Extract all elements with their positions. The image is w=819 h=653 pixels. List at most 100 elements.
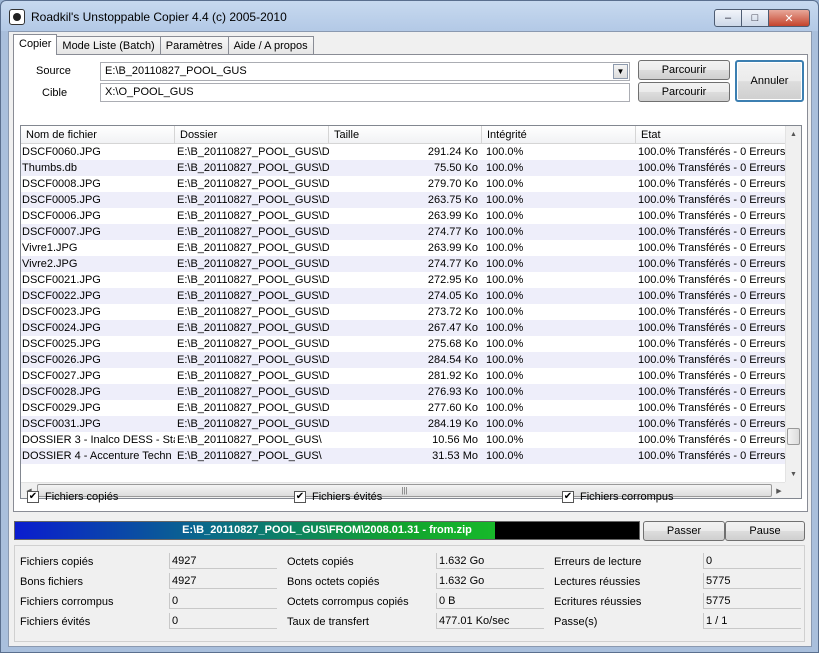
- table-row[interactable]: DSCF0005.JPG E:\B_20110827_POOL_GUS\D 263.…: [21, 192, 787, 208]
- row-integrity: 100.0%: [486, 338, 524, 350]
- corrupt-files-value: 0: [169, 593, 277, 609]
- reads-ok-value: 5775: [703, 573, 801, 589]
- row-size: 31.53 Mo: [432, 450, 478, 462]
- table-row[interactable]: DSCF0025.JPG E:\B_20110827_POOL_GUS\D 275.…: [21, 336, 787, 352]
- column-status[interactable]: Etat: [636, 126, 787, 143]
- table-row[interactable]: DSCF0008.JPG E:\B_20110827_POOL_GUS\D 279.…: [21, 176, 787, 192]
- browse-source-button[interactable]: Parcourir: [638, 60, 730, 80]
- row-folder: E:\B_20110827_POOL_GUS\D: [177, 370, 329, 382]
- column-folder[interactable]: Dossier: [175, 126, 329, 143]
- row-size: 276.93 Ko: [427, 386, 478, 398]
- row-size: 284.54 Ko: [427, 354, 478, 366]
- table-row[interactable]: DSCF0029.JPG E:\B_20110827_POOL_GUS\D 277.…: [21, 400, 787, 416]
- row-filename: DSCF0023.JPG: [22, 306, 101, 318]
- table-row[interactable]: Thumbs.db E:\B_20110827_POOL_GUS\D 75.50 K…: [21, 160, 787, 176]
- row-size: 263.75 Ko: [427, 194, 478, 206]
- table-row[interactable]: DSCF0006.JPG E:\B_20110827_POOL_GUS\D 263.…: [21, 208, 787, 224]
- row-filename: DSCF0026.JPG: [22, 354, 101, 366]
- show-corrupt-checkbox[interactable]: ✔ Fichiers corrompus: [562, 491, 674, 503]
- row-folder: E:\B_20110827_POOL_GUS\D: [177, 338, 329, 350]
- row-folder: E:\B_20110827_POOL_GUS\D: [177, 386, 329, 398]
- column-filename[interactable]: Nom de fichier: [21, 126, 175, 143]
- browse-target-button[interactable]: Parcourir: [638, 82, 730, 102]
- row-status: 100.0% Transférés - 0 Erreurs: [638, 242, 786, 254]
- table-row[interactable]: DSCF0022.JPG E:\B_20110827_POOL_GUS\D 274.…: [21, 288, 787, 304]
- table-row[interactable]: DSCF0024.JPG E:\B_20110827_POOL_GUS\D 267.…: [21, 320, 787, 336]
- target-input[interactable]: X:\O_POOL_GUS: [100, 83, 630, 102]
- file-list[interactable]: Nom de fichier Dossier Taille Intégrité …: [20, 125, 802, 499]
- row-status: 100.0% Transférés - 0 Erreurs: [638, 290, 786, 302]
- row-integrity: 100.0%: [486, 322, 524, 334]
- show-copied-checkbox[interactable]: ✔ Fichiers copiés: [27, 491, 118, 503]
- row-integrity: 100.0%: [486, 258, 524, 270]
- table-row[interactable]: DSCF0031.JPG E:\B_20110827_POOL_GUS\D 284.…: [21, 416, 787, 432]
- row-size: 275.68 Ko: [427, 338, 478, 350]
- maximize-button[interactable]: □: [741, 9, 769, 27]
- vertical-scroll-thumb[interactable]: [787, 428, 800, 445]
- source-combobox[interactable]: E:\B_20110827_POOL_GUS ▼: [100, 62, 630, 81]
- row-size: 263.99 Ko: [427, 242, 478, 254]
- tab-help-about[interactable]: Aide / A propos: [227, 36, 314, 55]
- row-status: 100.0% Transférés - 0 Erreurs: [638, 418, 786, 430]
- row-filename: DOSSIER 4 - Accenture Techn: [22, 450, 172, 462]
- row-filename: Vivre2.JPG: [22, 258, 78, 270]
- row-integrity: 100.0%: [486, 242, 524, 254]
- minimize-button[interactable]: –: [714, 9, 742, 27]
- tab-copier[interactable]: Copier: [13, 34, 58, 55]
- statistics-panel: Fichiers copiés 4927 Bons fichiers 4927 …: [14, 545, 805, 642]
- table-row[interactable]: DSCF0028.JPG E:\B_20110827_POOL_GUS\D 276.…: [21, 384, 787, 400]
- row-filename: Thumbs.db: [22, 162, 78, 174]
- passes-label: Passe(s): [554, 616, 598, 628]
- row-status: 100.0% Transférés - 0 Erreurs: [638, 178, 786, 190]
- row-folder: E:\B_20110827_POOL_GUS\D: [177, 162, 329, 174]
- vertical-scrollbar[interactable]: ▲ ▼: [785, 126, 801, 482]
- close-button[interactable]: ✕: [768, 9, 810, 27]
- tab-batch-mode[interactable]: Mode Liste (Batch): [56, 36, 161, 55]
- show-skipped-checkbox[interactable]: ✔ Fichiers évités: [294, 491, 382, 503]
- cancel-button[interactable]: Annuler: [735, 60, 804, 102]
- table-row[interactable]: DSCF0007.JPG E:\B_20110827_POOL_GUS\D 274.…: [21, 224, 787, 240]
- row-status: 100.0% Transférés - 0 Erreurs: [638, 354, 786, 366]
- row-filename: DSCF0005.JPG: [22, 194, 101, 206]
- pause-button[interactable]: Pause: [725, 521, 805, 541]
- skip-button[interactable]: Passer: [643, 521, 725, 541]
- column-size[interactable]: Taille: [329, 126, 482, 143]
- row-filename: DSCF0008.JPG: [22, 178, 101, 190]
- window-title: Roadkil's Unstoppable Copier 4.4 (c) 200…: [31, 10, 287, 24]
- row-size: 273.72 Ko: [427, 306, 478, 318]
- table-row[interactable]: DSCF0023.JPG E:\B_20110827_POOL_GUS\D 273.…: [21, 304, 787, 320]
- bytes-copied-value: 1.632 Go: [436, 553, 544, 569]
- table-row[interactable]: Vivre2.JPG E:\B_20110827_POOL_GUS\D 274.77…: [21, 256, 787, 272]
- row-folder: E:\B_20110827_POOL_GUS\D: [177, 146, 329, 158]
- tab-settings[interactable]: Paramètres: [159, 36, 229, 55]
- scroll-up-icon[interactable]: ▲: [786, 126, 801, 142]
- table-row[interactable]: Vivre1.JPG E:\B_20110827_POOL_GUS\D 263.99…: [21, 240, 787, 256]
- row-integrity: 100.0%: [486, 402, 524, 414]
- table-row[interactable]: DSCF0026.JPG E:\B_20110827_POOL_GUS\D 284.…: [21, 352, 787, 368]
- row-status: 100.0% Transférés - 0 Erreurs: [638, 450, 786, 462]
- table-row[interactable]: DSCF0021.JPG E:\B_20110827_POOL_GUS\D 272.…: [21, 272, 787, 288]
- checkmark-icon: ✔: [294, 491, 306, 503]
- app-window: Roadkil's Unstoppable Copier 4.4 (c) 200…: [0, 0, 819, 653]
- corrupt-bytes-label: Octets corrompus copiés: [287, 596, 409, 608]
- chevron-down-icon[interactable]: ▼: [613, 64, 628, 79]
- table-row[interactable]: DSCF0060.JPG E:\B_20110827_POOL_GUS\D 291.…: [21, 144, 787, 160]
- show-corrupt-label: Fichiers corrompus: [580, 491, 674, 503]
- title-bar[interactable]: Roadkil's Unstoppable Copier 4.4 (c) 200…: [1, 1, 818, 31]
- column-integrity[interactable]: Intégrité: [482, 126, 636, 143]
- table-row[interactable]: DSCF0027.JPG E:\B_20110827_POOL_GUS\D 281.…: [21, 368, 787, 384]
- table-row[interactable]: DOSSIER 3 - Inalco DESS - Sta E:\B_201108…: [21, 432, 787, 448]
- scroll-corner: [785, 482, 801, 498]
- read-errors-label: Erreurs de lecture: [554, 556, 642, 568]
- row-folder: E:\B_20110827_POOL_GUS\D: [177, 226, 329, 238]
- client-area: Copier Mode Liste (Batch) Paramètres Aid…: [8, 31, 812, 647]
- scroll-down-icon[interactable]: ▼: [786, 466, 801, 482]
- reads-ok-label: Lectures réussies: [554, 576, 641, 588]
- row-status: 100.0% Transférés - 0 Erreurs: [638, 210, 786, 222]
- row-size: 284.19 Ko: [427, 418, 478, 430]
- row-status: 100.0% Transférés - 0 Erreurs: [638, 402, 786, 414]
- table-row[interactable]: DOSSIER 4 - Accenture Techn E:\B_20110827…: [21, 448, 787, 464]
- row-status: 100.0% Transférés - 0 Erreurs: [638, 322, 786, 334]
- transfer-rate-value: 477.01 Ko/sec: [436, 613, 544, 629]
- row-size: 272.95 Ko: [427, 274, 478, 286]
